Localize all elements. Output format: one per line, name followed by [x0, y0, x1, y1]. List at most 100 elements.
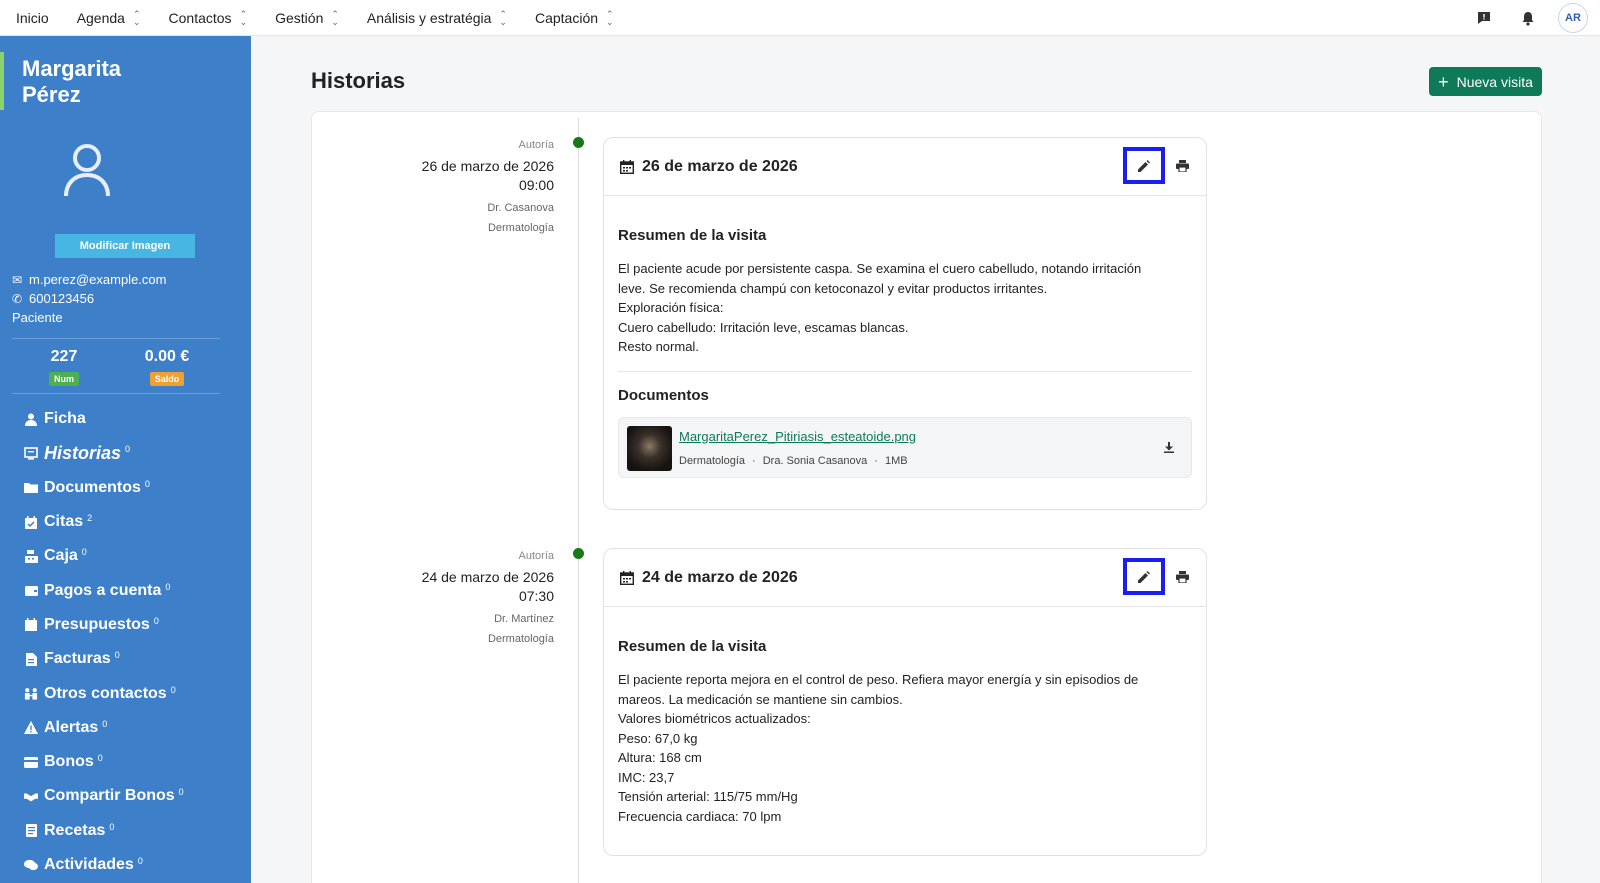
- sidebar-item-citas[interactable]: Citas 2: [24, 505, 184, 539]
- visit-datetime: 24 de marzo de 2026 07:30: [354, 568, 554, 606]
- calendar-icon: [620, 570, 634, 585]
- patient-email: m.perez@example.com: [29, 272, 167, 287]
- visit-meta: Autoría 24 de marzo de 2026 07:30 Dr. Ma…: [354, 550, 554, 647]
- sidebar-item-count: 0: [109, 821, 115, 832]
- visit-doctor: Dr. Casanova: [487, 202, 554, 214]
- sidebar-item-count: 0: [165, 581, 171, 592]
- patient-role: Paciente: [12, 310, 63, 325]
- sidebar-item-documentos[interactable]: Documentos 0: [24, 471, 184, 505]
- phone-line: ✆ 600123456: [12, 291, 94, 306]
- document-link[interactable]: MargaritaPerez_Pitiriasis_esteatoide.png: [679, 429, 916, 444]
- visit-time: 07:30: [518, 588, 554, 604]
- top-navigation: Inicio Agenda ⌃ ⌄ Contactos ⌃ ⌄ Gestión ⌃ ⌄ An…: [0, 0, 1600, 36]
- stat-saldo: 0.00 € Saldo: [127, 348, 207, 387]
- authorship-label: Autoría: [518, 139, 554, 151]
- nav-gestion-label: Gestión: [275, 9, 324, 26]
- sidebar-item-ficha[interactable]: Ficha: [24, 402, 184, 436]
- summary-line: IMC: 23,7: [618, 769, 675, 785]
- sidebar-item-otros-contactos[interactable]: Otros contactos 0: [24, 676, 184, 710]
- sidebar-item-facturas[interactable]: Facturas 0: [24, 642, 184, 676]
- sidebar-item-compartir-bonos[interactable]: Compartir Bonos 0: [24, 779, 184, 813]
- sidebar-item-recetas[interactable]: Recetas 0: [24, 814, 184, 848]
- print-button[interactable]: [1174, 569, 1190, 585]
- nav-captacion[interactable]: Captación ⌃ ⌄: [535, 9, 614, 26]
- sidebar-item-presupuestos[interactable]: Presupuestos 0: [24, 608, 184, 642]
- history-icon: [24, 446, 38, 460]
- sidebar-item-pagos-a-cuenta[interactable]: Pagos a cuenta 0: [24, 573, 184, 607]
- modify-image-button[interactable]: Modificar Imagen: [55, 234, 195, 258]
- user-placeholder-icon: [62, 142, 112, 198]
- summary-line: Tensión arterial: 115/75 mm/Hg: [618, 789, 798, 804]
- calendar-check-icon: [24, 515, 38, 529]
- sidebar-item-bonos[interactable]: Bonos 0: [24, 745, 184, 779]
- visit-author-info: Dr. Casanova Dermatología: [354, 200, 554, 236]
- cash-register-icon: [24, 549, 38, 563]
- document-thumbnail[interactable]: [627, 425, 672, 471]
- sidebar-item-count: 0: [178, 787, 184, 798]
- meta-separator: ·: [874, 454, 878, 467]
- sidebar-item-count: 2: [87, 513, 93, 524]
- summary-line: Exploración física:: [618, 300, 724, 315]
- summary-title: Resumen de la visita: [618, 227, 767, 244]
- stat-saldo-value: 0.00 €: [144, 348, 190, 365]
- visit-card: 26 de marzo de 2026 Resumen de la visita…: [603, 137, 1207, 510]
- meta-separator: ·: [752, 454, 756, 467]
- sidebar-item-historias[interactable]: Historias 0: [24, 436, 184, 470]
- visit-meta: Autoría 26 de marzo de 2026 09:00 Dr. Ca…: [354, 139, 554, 236]
- visit-specialty: Dermatología: [487, 633, 554, 645]
- patient-sidebar: Margarita Pérez Modificar Imagen ✉ m.pere…: [0, 36, 251, 883]
- sidebar-item-alertas[interactable]: Alertas 0: [24, 711, 184, 745]
- sidebar-item-label: Historias: [44, 442, 122, 463]
- handshake-icon: [24, 789, 38, 803]
- visit-card-title: 26 de marzo de 2026: [642, 157, 798, 175]
- bell-icon[interactable]: [1518, 8, 1538, 28]
- visit-card-header: 26 de marzo de 2026: [604, 138, 1206, 196]
- sidebar-item-label: Otros contactos: [44, 684, 167, 702]
- summary-line: leve. Se recomienda champú con ketoconaz…: [618, 280, 1048, 296]
- summary-title: Resumen de la visita: [618, 638, 767, 655]
- nav-contactos[interactable]: Contactos ⌃ ⌄: [169, 8, 248, 27]
- summary-line: Altura: 168 cm: [618, 750, 702, 765]
- sidebar-item-label: Citas: [44, 513, 84, 531]
- folder-icon: [24, 481, 38, 495]
- sidebar-item-label: Presupuestos: [44, 615, 150, 633]
- people-icon: [24, 687, 38, 701]
- chevron-updown-icon: ⌃ ⌄: [331, 8, 339, 27]
- visit-author-info: Dr. Martínez Dermatología: [354, 611, 554, 647]
- nav-agenda[interactable]: Agenda ⌃ ⌄: [77, 9, 141, 26]
- sidebar-item-count: 0: [170, 684, 176, 695]
- sidebar-item-actividades[interactable]: Actividades 0: [24, 848, 184, 882]
- sidebar-item-count: 0: [125, 444, 131, 455]
- summary-line: Valores biométricos actualizados:: [618, 711, 811, 726]
- sidebar-menu: Ficha Historias 0 Documentos 0 Citas 2 Caja…: [24, 402, 184, 882]
- document-meta: Dermatología · Dra. Sonia Casanova · 1MB: [679, 455, 908, 467]
- download-button[interactable]: [1161, 440, 1177, 456]
- visit-datetime: 26 de marzo de 2026 09:00: [354, 157, 554, 195]
- timeline-dot: [573, 548, 584, 559]
- sidebar-item-caja[interactable]: Caja 0: [24, 539, 184, 573]
- sidebar-item-label: Ficha: [44, 410, 86, 428]
- envelope-icon: ✉: [12, 272, 23, 287]
- user-avatar[interactable]: AR: [1558, 3, 1588, 33]
- chevron-updown-icon: ⌃ ⌄: [239, 8, 248, 27]
- summary-line: Resto normal.: [618, 339, 699, 354]
- pencil-icon: [1138, 159, 1150, 172]
- nav-inicio[interactable]: Inicio: [16, 10, 49, 26]
- feedback-icon[interactable]: [1474, 8, 1494, 28]
- nav-gestion[interactable]: Gestión ⌃ ⌄: [275, 8, 339, 27]
- phone-icon: ✆: [12, 291, 23, 306]
- edit-button[interactable]: [1123, 558, 1165, 595]
- edit-button[interactable]: [1123, 147, 1165, 184]
- new-visit-button[interactable]: + Nueva visita: [1429, 67, 1542, 96]
- visit-card-header: 24 de marzo de 2026: [604, 549, 1206, 607]
- nav-analisis[interactable]: Análisis y estratégia ⌃ ⌄: [367, 9, 507, 26]
- visit-specialty: Dermatología: [487, 222, 554, 234]
- sidebar-item-count: 0: [81, 547, 87, 558]
- summary-line: Cuero cabelludo: Irritación leve, escama…: [618, 319, 909, 335]
- user-icon: [24, 412, 38, 426]
- timeline-dot: [573, 137, 584, 148]
- print-button[interactable]: [1174, 158, 1190, 174]
- documents-title: Documentos: [618, 386, 709, 404]
- sidebar-item-label: Facturas: [44, 650, 111, 668]
- sidebar-item-label: Caja: [44, 547, 78, 565]
